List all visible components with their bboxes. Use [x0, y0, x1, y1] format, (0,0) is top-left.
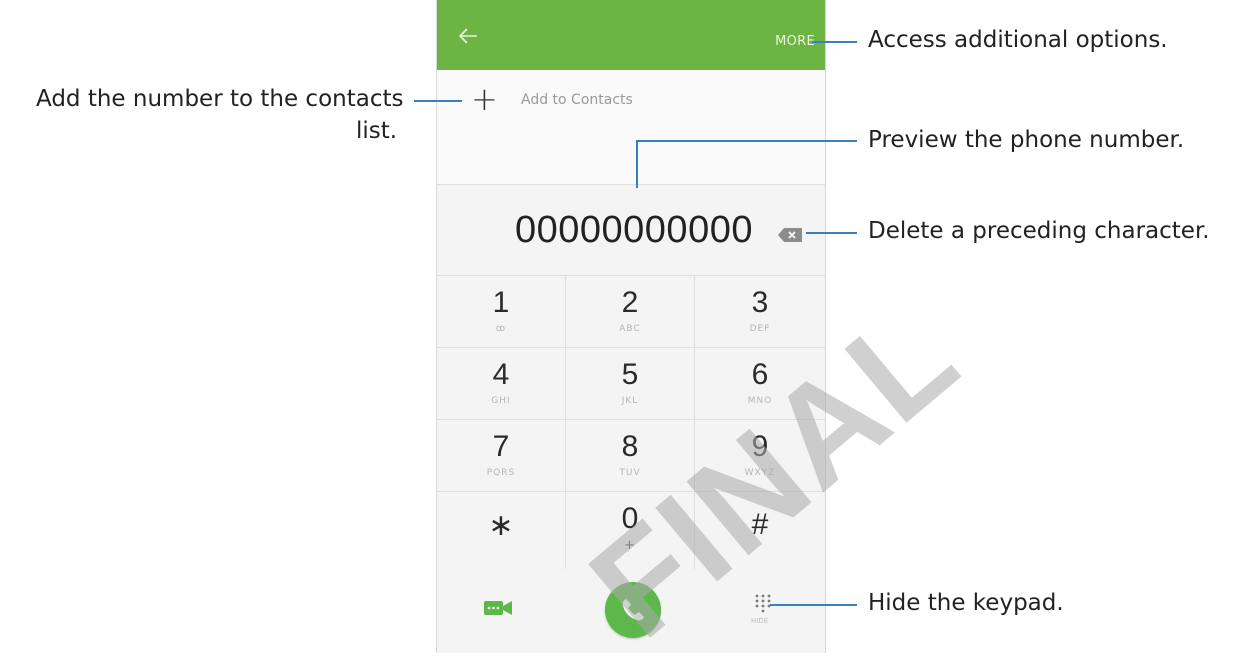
key-9[interactable]: 9 WXYZ	[695, 420, 825, 492]
add-to-contacts-label: Add to Contacts	[521, 92, 633, 108]
backspace-icon[interactable]	[777, 227, 803, 243]
phone-screen: MORE + Add to Contacts 00000000000 1 ꝏ 2…	[436, 0, 826, 653]
key-letters: MNO	[747, 396, 773, 406]
dial-number-display[interactable]: 00000000000	[515, 209, 753, 252]
key-letters: GHI	[491, 396, 511, 406]
dial-keypad: 1 ꝏ 2 ABC 3 DEF 4 GHI 5 JKL 6 MNO 7 PQRS…	[437, 275, 825, 570]
more-button[interactable]: MORE	[775, 34, 815, 49]
key-2[interactable]: 2 ABC	[566, 276, 695, 348]
callout-add-line1: Add the number to the contacts	[36, 86, 404, 112]
key-digit: 0	[621, 502, 639, 535]
key-digit: ∗	[488, 509, 514, 542]
key-digit: 3	[751, 286, 769, 319]
key-1[interactable]: 1 ꝏ	[437, 276, 566, 348]
callout-hide: Hide the keypad.	[868, 590, 1064, 616]
arrow-left-icon[interactable]	[457, 26, 479, 46]
key-3[interactable]: 3 DEF	[695, 276, 825, 348]
callout-line-preview-v	[636, 140, 638, 188]
key-hash[interactable]: #	[695, 492, 825, 570]
key-digit: 4	[492, 358, 510, 391]
key-digit: #	[751, 508, 769, 541]
key-6[interactable]: 6 MNO	[695, 348, 825, 420]
key-digit: 9	[751, 430, 769, 463]
callout-line-preview-h	[636, 140, 857, 142]
key-star[interactable]: ∗	[437, 492, 566, 570]
callout-more: Access additional options.	[868, 27, 1168, 53]
callout-delete: Delete a preceding character.	[868, 218, 1210, 244]
callout-line-delete	[806, 232, 857, 234]
plus-icon: +	[471, 80, 498, 118]
callout-line-add	[414, 100, 462, 102]
key-digit: 6	[751, 358, 769, 391]
key-5[interactable]: 5 JKL	[566, 348, 695, 420]
key-digit: 2	[621, 286, 639, 319]
dial-number-row: 00000000000	[437, 185, 825, 275]
key-8[interactable]: 8 TUV	[566, 420, 695, 492]
key-4[interactable]: 4 GHI	[437, 348, 566, 420]
callout-line-more	[812, 41, 857, 43]
key-letters: TUV	[619, 468, 641, 478]
callout-add-line2: list.	[356, 118, 398, 144]
action-bar: HIDE	[437, 569, 825, 653]
phone-call-icon	[622, 599, 644, 621]
key-digit: 5	[621, 358, 639, 391]
callout-preview: Preview the phone number.	[868, 127, 1185, 153]
key-7[interactable]: 7 PQRS	[437, 420, 566, 492]
key-0[interactable]: 0 +	[566, 492, 695, 570]
key-plus: +	[624, 538, 636, 553]
video-call-icon[interactable]	[483, 597, 513, 619]
key-letters: DEF	[749, 324, 771, 334]
key-letters: ABC	[619, 324, 641, 334]
key-letters: WXYZ	[744, 468, 776, 478]
hide-label: HIDE	[751, 617, 769, 625]
key-letters: PQRS	[486, 468, 516, 478]
add-to-contacts-row[interactable]: + Add to Contacts	[437, 70, 825, 132]
call-button[interactable]	[605, 582, 661, 638]
voicemail-icon: ꝏ	[495, 324, 507, 334]
callout-line-hide	[770, 604, 857, 606]
app-bar: MORE	[437, 0, 825, 70]
key-digit: 7	[492, 430, 510, 463]
key-digit: 8	[621, 430, 639, 463]
key-letters: JKL	[621, 396, 639, 406]
key-digit: 1	[492, 286, 510, 319]
